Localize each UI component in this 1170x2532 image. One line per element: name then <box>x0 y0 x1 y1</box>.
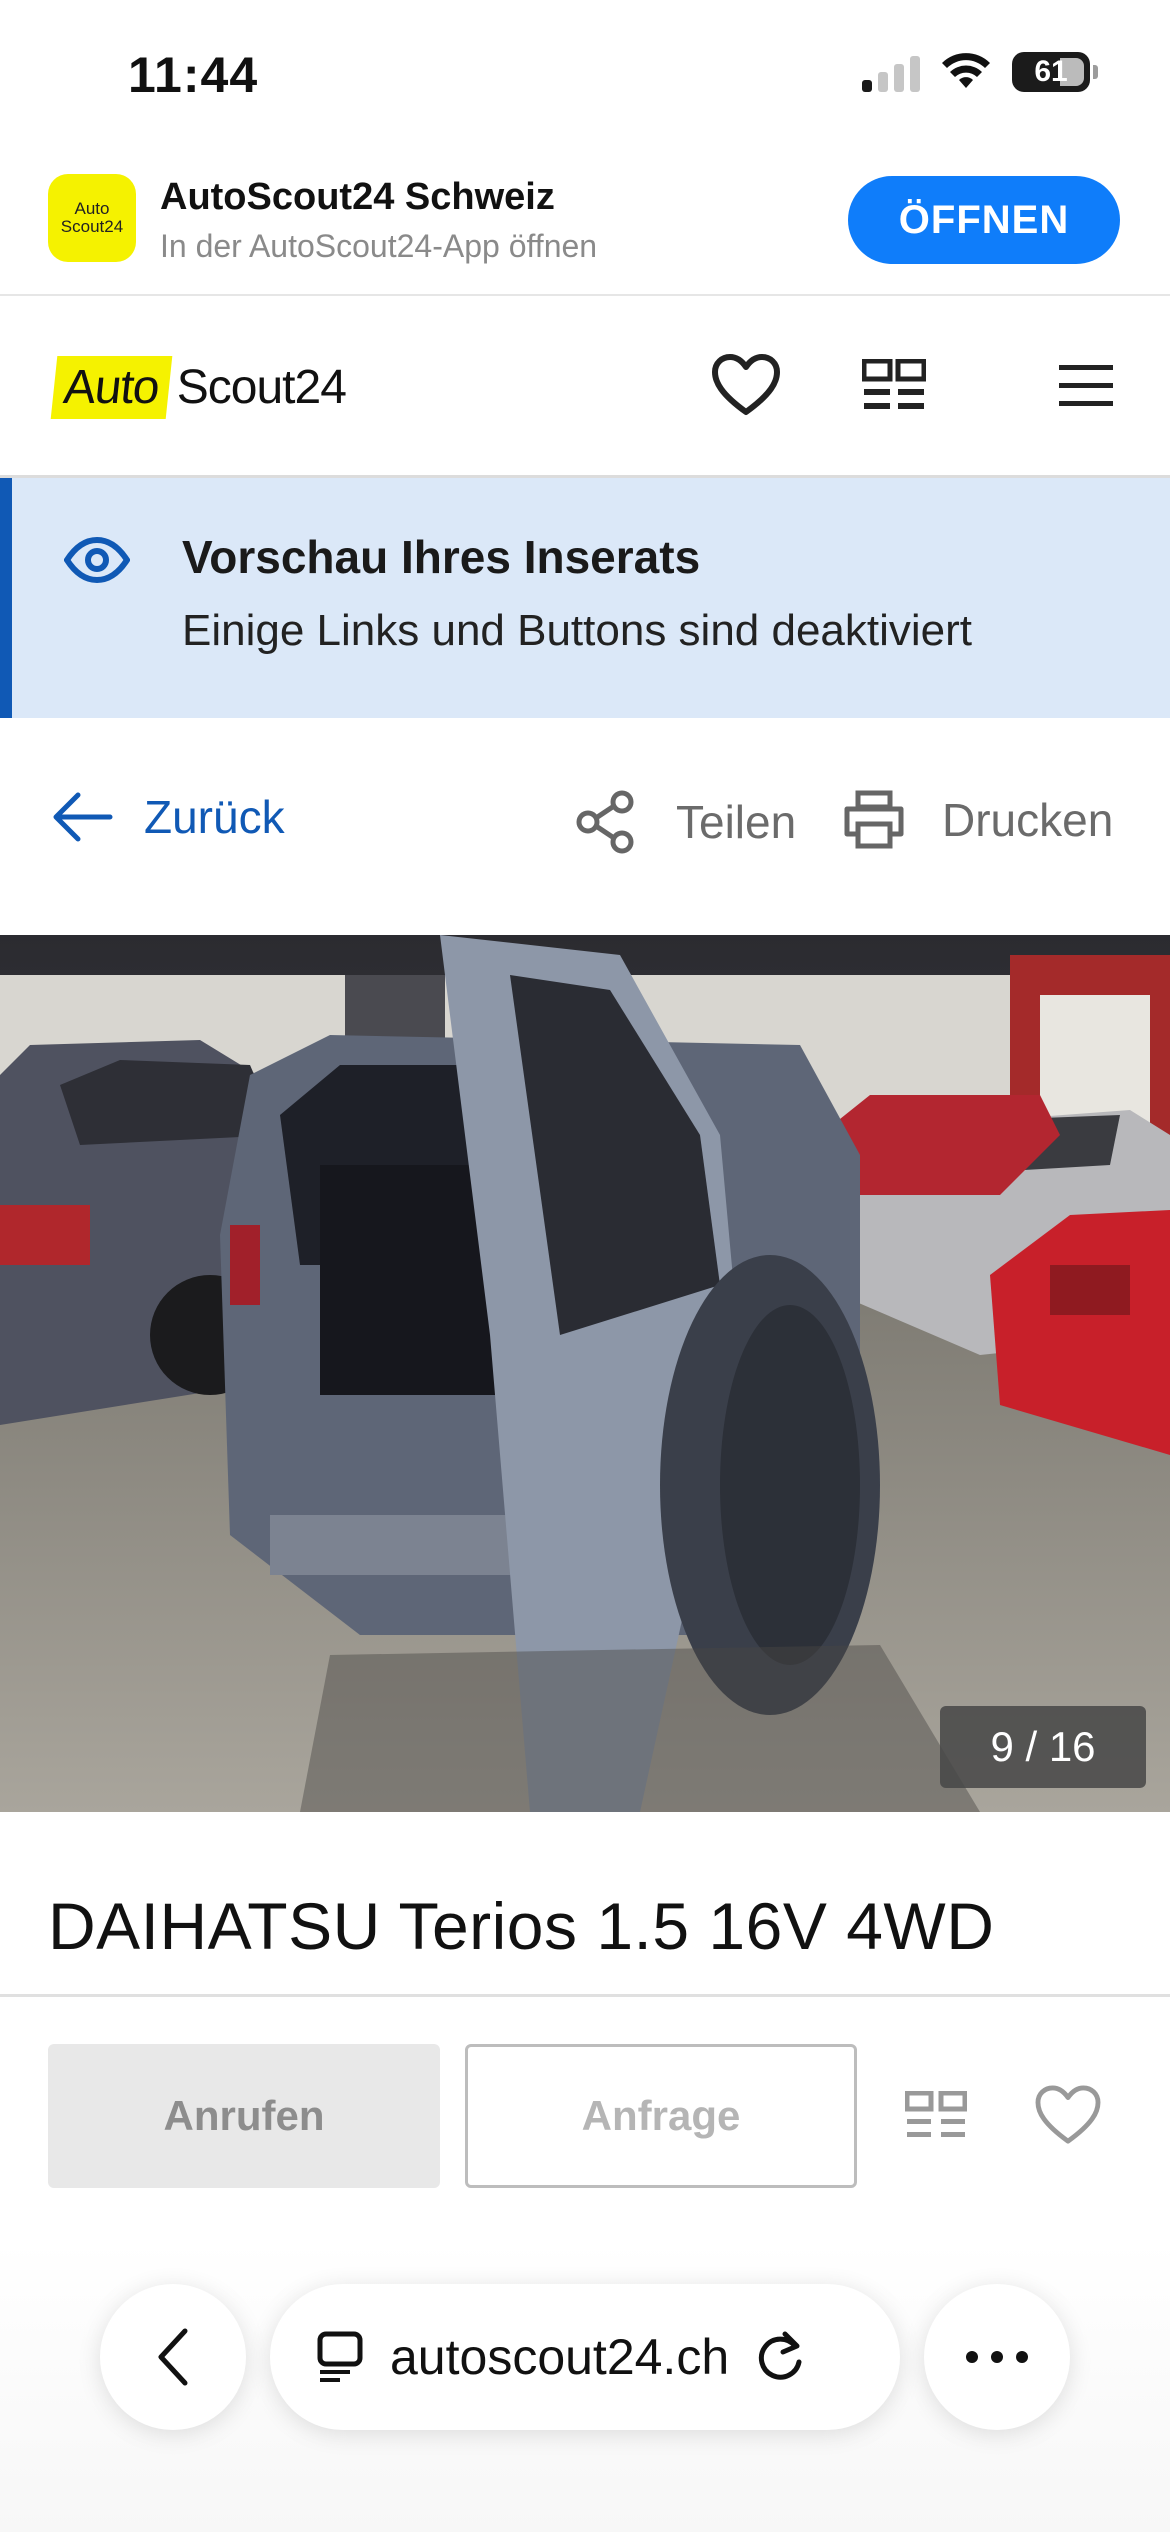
back-button[interactable]: Zurück <box>50 790 285 844</box>
preview-subtitle: Einige Links und Buttons sind deaktivier… <box>182 606 973 655</box>
logo-part-scout: Scout24 <box>176 361 347 414</box>
app-icon[interactable]: Auto Scout24 <box>48 174 136 262</box>
battery-level: 61 <box>1034 55 1068 88</box>
share-icon <box>576 790 634 854</box>
more-dots-icon <box>966 2351 1028 2363</box>
back-label: Zurück <box>144 791 285 843</box>
battery-icon: 61 <box>1012 52 1098 92</box>
call-button[interactable]: Anrufen <box>48 2044 440 2188</box>
listing-actions: Zurück Teilen Drucken <box>0 760 1170 890</box>
divider <box>0 1994 1170 1997</box>
preview-notice: Vorschau Ihres Inserats Einige Links und… <box>0 478 1170 718</box>
compare-icon[interactable] <box>896 2076 976 2156</box>
app-banner-title: AutoScout24 Schweiz <box>160 176 555 218</box>
page: 11:44 61 Auto Scout24 AutoScout24 Schwei… <box>0 0 1170 2532</box>
autoscout24-logo[interactable]: Auto Scout24 <box>50 356 347 419</box>
wifi-icon <box>942 53 990 88</box>
share-button[interactable]: Teilen <box>576 790 796 854</box>
url-text: autoscout24.ch <box>390 2329 730 2385</box>
arrow-left-icon <box>53 792 113 842</box>
photo-counter: 9 / 16 <box>940 1706 1146 1788</box>
eye-icon <box>64 536 130 584</box>
app-icon-line2: Scout24 <box>60 217 124 236</box>
reload-icon[interactable] <box>755 2330 805 2384</box>
favorites-heart-icon[interactable] <box>706 346 786 426</box>
print-label: Drucken <box>942 794 1114 846</box>
app-banner-subtitle: In der AutoScout24-App öffnen <box>160 228 598 264</box>
inquiry-button[interactable]: Anfrage <box>465 2044 857 2188</box>
listing-title: DAIHATSU Terios 1.5 16V 4WD <box>48 1889 995 1963</box>
car-photo[interactable]: 9 / 16 <box>0 935 1170 1812</box>
print-button[interactable]: Drucken <box>842 790 1113 850</box>
open-app-button[interactable]: ÖFFNEN <box>848 176 1120 264</box>
status-time: 11:44 <box>128 47 259 103</box>
save-heart-icon[interactable] <box>1028 2076 1108 2156</box>
app-install-banner: Auto Scout24 AutoScout24 Schweiz In der … <box>0 150 1170 296</box>
share-label: Teilen <box>676 796 797 848</box>
car-photo-image <box>0 935 1170 1812</box>
site-header: Auto Scout24 <box>0 296 1170 478</box>
browser-toolbar: autoscout24.ch <box>0 2240 1170 2532</box>
status-icons: 61 <box>862 52 1098 92</box>
cellular-signal-icon <box>862 52 920 92</box>
more-options-button[interactable] <box>924 2284 1070 2430</box>
reader-icon <box>317 2331 363 2382</box>
preview-title: Vorschau Ihres Inserats <box>182 531 701 583</box>
app-icon-line1: Auto <box>74 199 110 218</box>
menu-icon[interactable] <box>1046 346 1126 426</box>
browser-back-button[interactable] <box>100 2284 246 2430</box>
compare-icon[interactable] <box>854 346 934 426</box>
browser-address-bar[interactable]: autoscout24.ch <box>270 2284 900 2430</box>
printer-icon <box>844 790 904 849</box>
chevron-left-icon <box>158 2328 188 2386</box>
status-bar: 11:44 61 <box>0 0 1170 150</box>
logo-part-auto: Auto <box>50 356 173 419</box>
